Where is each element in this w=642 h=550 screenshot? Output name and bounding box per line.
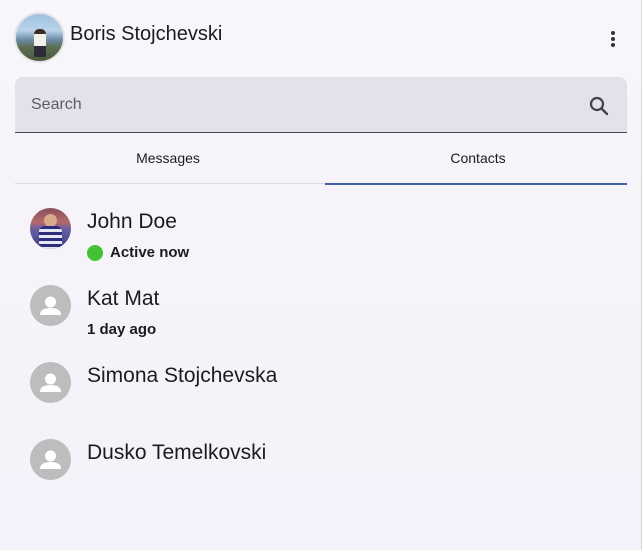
default-avatar-icon	[30, 439, 71, 480]
contact-item[interactable]: Simona Stojchevska	[30, 362, 590, 422]
more-vert-icon[interactable]	[603, 26, 623, 52]
contact-name: Kat Mat	[87, 287, 160, 310]
default-avatar-icon	[30, 285, 71, 326]
contact-status: Active now	[87, 244, 189, 261]
user-name: Boris Stojchevski	[70, 23, 223, 45]
default-avatar-icon	[30, 362, 71, 403]
user-header: Boris Stojchevski	[14, 12, 627, 64]
contact-status-text: Active now	[110, 244, 190, 261]
contact-item[interactable]: Dusko Temelkovski	[30, 439, 590, 499]
tab-contacts[interactable]: Contacts	[325, 133, 631, 183]
online-indicator-icon	[87, 244, 103, 261]
tab-messages[interactable]: Messages	[15, 133, 321, 183]
chat-panel: Boris Stojchevski Messages Contacts John…	[0, 0, 642, 550]
search-bar	[15, 77, 627, 133]
contact-name: John Doe	[87, 210, 177, 233]
contact-avatar	[30, 208, 71, 249]
tab-bar: Messages Contacts	[15, 133, 627, 185]
contact-item[interactable]: John Doe Active now	[30, 208, 590, 268]
contact-status-text: 1 day ago	[87, 321, 157, 338]
search-input[interactable]	[15, 77, 575, 132]
contact-name: Dusko Temelkovski	[87, 441, 267, 464]
active-tab-indicator	[325, 183, 627, 185]
user-avatar[interactable]	[14, 12, 65, 63]
search-icon[interactable]	[587, 94, 611, 118]
contact-status: 1 day ago	[87, 321, 156, 338]
contact-name: Simona Stojchevska	[87, 364, 278, 387]
user-avatar-figure	[34, 29, 46, 57]
contact-item[interactable]: Kat Mat 1 day ago	[30, 285, 590, 345]
